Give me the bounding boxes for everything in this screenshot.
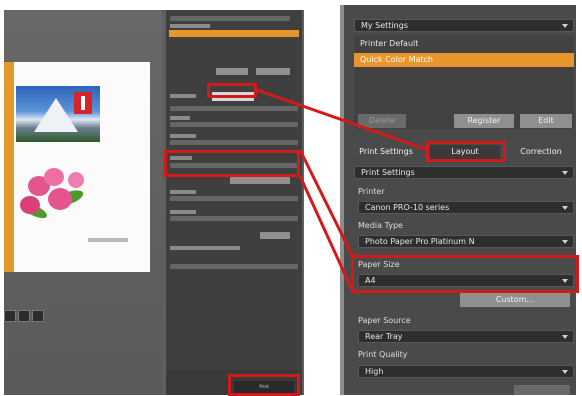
chevron-down-icon [562, 240, 568, 244]
paper-source-dropdown-mini[interactable] [170, 196, 298, 201]
tab-correction[interactable]: Correction [508, 145, 574, 159]
print-quality-value: High [365, 367, 384, 376]
print-settings-value: Print Settings [361, 168, 415, 177]
my-settings-dropdown[interactable]: My Settings [354, 19, 574, 32]
edit-button-mini[interactable] [256, 68, 290, 75]
list-item[interactable]: Printer Default [354, 37, 574, 51]
chevron-down-icon [562, 206, 568, 210]
last-page-button[interactable] [32, 310, 44, 322]
paper-size-highlight-small [164, 150, 300, 177]
media-type-dropdown-mini[interactable] [170, 140, 298, 145]
flower-photo [14, 162, 100, 234]
print-button-highlight [228, 374, 300, 396]
custom-button[interactable]: Custom... [460, 293, 570, 307]
media-type-label: Media Type [358, 221, 403, 230]
chevron-down-icon [562, 335, 568, 339]
list-item-selected[interactable]: Quick Color Match [354, 53, 574, 67]
printer-dropdown-mini[interactable] [170, 122, 298, 127]
partial-button[interactable] [514, 385, 570, 395]
tab-print-settings[interactable]: Print Settings [356, 145, 416, 159]
next-page-button[interactable] [18, 310, 30, 322]
delete-button[interactable]: Delete [358, 114, 406, 128]
media-type-dropdown[interactable]: Photo Paper Pro Platinum N [358, 235, 574, 248]
settings-dropdown-mini[interactable] [170, 16, 290, 21]
layout-tab-highlight [207, 83, 257, 98]
prev-page-button[interactable] [4, 310, 16, 322]
print-preview-area [4, 10, 162, 395]
paper-source-dropdown[interactable]: Rear Tray [358, 330, 574, 343]
page-caption [88, 238, 128, 242]
chevron-down-icon [562, 171, 568, 175]
print-quality-label: Print Quality [358, 350, 408, 359]
zoomed-settings-panel: My Settings Printer Default Quick Color … [340, 5, 576, 395]
settings-side-panel: Layout Print [166, 10, 302, 395]
print-quality-dropdown-mini[interactable] [170, 216, 298, 221]
paper-source-value: Rear Tray [365, 332, 403, 341]
printer-dropdown[interactable]: Canon PRO-10 series [358, 201, 574, 214]
chevron-down-icon [562, 24, 568, 28]
paper-size-zoom-highlight [351, 255, 579, 293]
extra-dropdown-mini[interactable] [170, 264, 298, 269]
page-navigation [4, 310, 44, 322]
register-button[interactable]: Register [454, 114, 514, 128]
left-screenshot: Layout Print [4, 10, 304, 395]
preview-page [4, 62, 150, 272]
paper-source-label: Paper Source [358, 316, 411, 325]
print-settings-dropdown-mini[interactable] [170, 106, 298, 111]
edit-button[interactable]: Edit [520, 114, 572, 128]
printer-label: Printer [358, 187, 385, 196]
printer-value: Canon PRO-10 series [365, 203, 450, 212]
swiss-flag-icon [74, 92, 92, 114]
print-settings-dropdown[interactable]: Print Settings [354, 166, 574, 179]
register-button-mini[interactable] [216, 68, 248, 75]
chevron-down-icon [562, 370, 568, 374]
thumbnail-strip [4, 62, 14, 272]
quality-button-mini[interactable] [260, 232, 290, 239]
media-type-value: Photo Paper Pro Platinum N [365, 237, 475, 246]
print-quality-dropdown[interactable]: High [358, 365, 574, 378]
selected-setting-mini[interactable] [169, 30, 299, 37]
mountain-photo [16, 86, 100, 142]
layout-tab-zoom-highlight [426, 141, 506, 162]
my-settings-value: My Settings [361, 21, 408, 30]
custom-button-mini[interactable] [230, 177, 290, 184]
